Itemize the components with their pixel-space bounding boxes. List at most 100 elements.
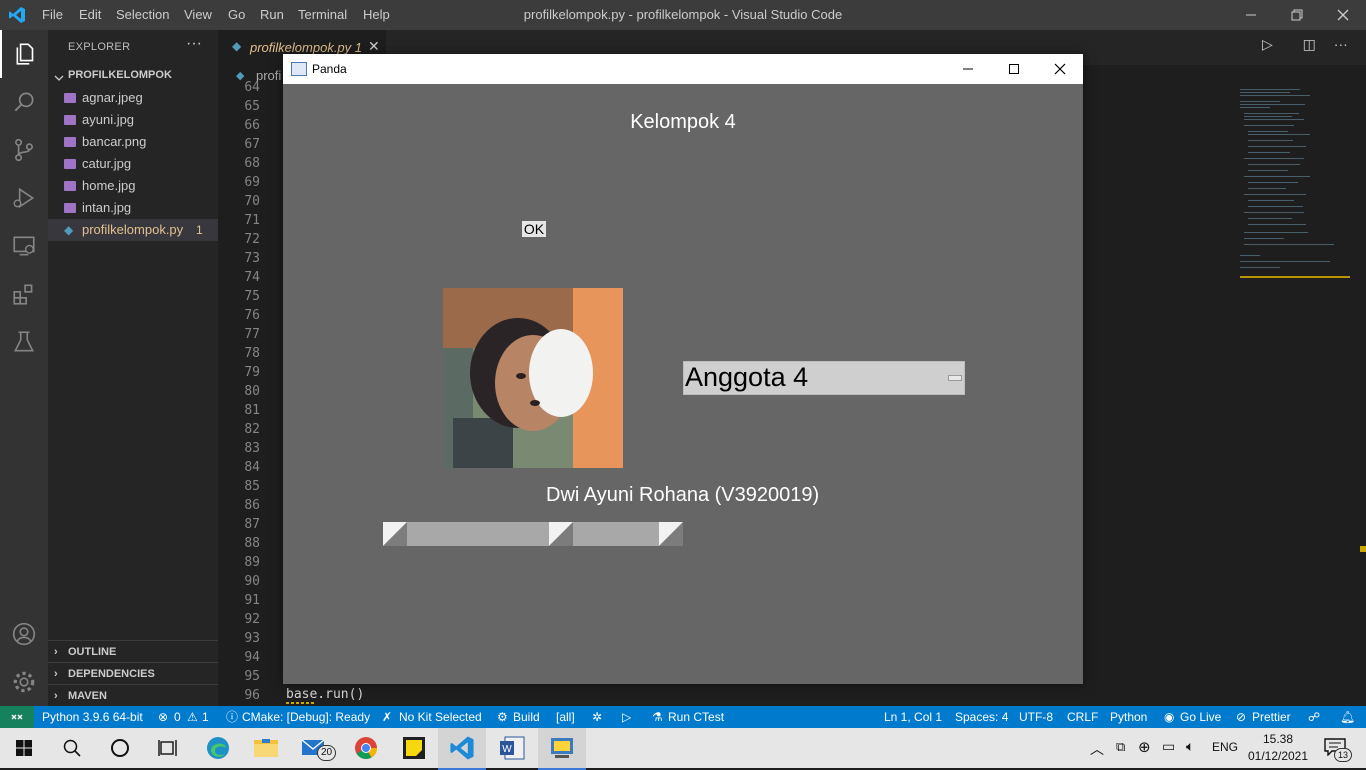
accounts-icon[interactable] [0, 610, 48, 658]
mail-icon[interactable]: 20 [290, 728, 338, 768]
file-item[interactable]: agnar.jpeg [48, 87, 218, 109]
meet-now-icon[interactable]: ⧉ [1116, 739, 1125, 755]
file-item[interactable]: ayuni.jpg [48, 109, 218, 131]
source-control-icon[interactable] [0, 126, 48, 174]
error-icon[interactable]: ⊗ [158, 706, 168, 728]
more-actions-icon[interactable]: ··· [1334, 36, 1348, 52]
line-number: 86 [244, 498, 260, 513]
error-count[interactable]: 0 [174, 706, 181, 728]
split-editor-icon[interactable]: ◫ [1303, 36, 1316, 52]
close-button[interactable] [1320, 0, 1366, 30]
vscode-taskbar-icon[interactable] [438, 728, 486, 770]
python-interpreter[interactable]: Python 3.9.6 64-bit [42, 706, 143, 728]
menu-terminal[interactable]: Terminal [298, 0, 347, 30]
dependencies-panel[interactable]: › DEPENDENCIES [48, 662, 218, 685]
encoding[interactable]: UTF-8 [1019, 706, 1053, 728]
minimap[interactable] [1234, 87, 1352, 706]
line-number: 72 [244, 232, 260, 247]
task-view-icon[interactable] [144, 728, 192, 768]
indentation[interactable]: Spaces: 4 [955, 706, 1008, 728]
menu-file[interactable]: File [42, 0, 63, 30]
menu-go[interactable]: Go [228, 0, 245, 30]
search-icon[interactable] [0, 78, 48, 126]
sticky-notes-icon[interactable] [390, 728, 438, 768]
next-button[interactable] [659, 522, 683, 546]
folder-title[interactable]: PROFILKELOMPOK [68, 69, 172, 81]
file-explorer-icon[interactable] [242, 728, 290, 768]
remote-explorer-icon[interactable] [0, 222, 48, 270]
run-file-icon[interactable]: ▷ [1262, 36, 1273, 52]
member-option-menu[interactable]: Anggota 4 [683, 361, 965, 395]
outline-panel[interactable]: › OUTLINE [48, 640, 218, 663]
feedback-icon[interactable]: ☍ [1308, 706, 1320, 728]
chevron-down-icon[interactable] [54, 70, 64, 88]
middle-button[interactable] [549, 522, 573, 546]
menu-selection[interactable]: Selection [116, 0, 169, 30]
menu-run[interactable]: Run [260, 0, 284, 30]
panda-close-button[interactable] [1037, 54, 1083, 84]
kit-selector[interactable]: No Kit Selected [399, 706, 482, 728]
ok-button[interactable]: OK [522, 221, 546, 237]
line-number: 79 [244, 365, 260, 380]
battery-icon[interactable]: ▭ [1162, 738, 1175, 755]
testing-icon[interactable] [0, 318, 48, 366]
cursor-position[interactable]: Ln 1, Col 1 [884, 706, 942, 728]
end-of-line[interactable]: CRLF [1067, 706, 1098, 728]
launch-play-icon[interactable]: ▷ [622, 706, 631, 728]
start-windows-icon[interactable] [0, 728, 48, 768]
problem-badge: 1 [196, 223, 203, 237]
volume-icon[interactable]: 🔈︎ [1186, 738, 1194, 755]
title-bar: File Edit Selection View Go Run Terminal… [0, 0, 1366, 30]
minimize-button[interactable] [1228, 0, 1274, 30]
remote-indicator-icon[interactable] [0, 706, 34, 728]
manage-gear-icon[interactable] [0, 658, 48, 706]
run-debug-icon[interactable] [0, 174, 48, 222]
maven-panel[interactable]: › MAVEN [48, 684, 218, 707]
file-item[interactable]: intan.jpg [48, 197, 218, 219]
code-line[interactable]: base.run() [286, 687, 364, 702]
go-live-button[interactable]: Go Live [1180, 706, 1221, 728]
more-actions-icon[interactable]: ··· [186, 35, 202, 53]
run-ctest-button[interactable]: Run CTest [668, 706, 724, 728]
activity-bar [0, 30, 48, 706]
explorer-icon[interactable] [0, 30, 50, 78]
action-center-icon[interactable]: 13 [1322, 736, 1353, 762]
prettier-status[interactable]: Prettier [1252, 706, 1291, 728]
chrome-browser-icon[interactable] [342, 728, 390, 768]
prev-button[interactable] [383, 522, 407, 546]
clock[interactable]: 15.38 01/12/2021 [1246, 731, 1310, 765]
extensions-icon[interactable] [0, 270, 48, 318]
network-globe-icon[interactable]: ⊕ [1138, 738, 1151, 756]
prettier-check-icon: ⊘ [1236, 710, 1247, 724]
panel-title: DEPENDENCIES [68, 668, 155, 680]
restore-button[interactable] [1274, 0, 1320, 30]
language-mode[interactable]: Python [1110, 706, 1147, 728]
warning-icon[interactable]: ⚠ [187, 706, 198, 728]
panda-maximize-button[interactable] [991, 54, 1037, 84]
file-item[interactable]: bancar.png [48, 131, 218, 153]
show-hidden-icons-chevron-icon[interactable]: ︿ [1090, 739, 1104, 759]
word-icon[interactable]: W [488, 728, 536, 768]
close-icon[interactable]: ✕ [368, 38, 380, 55]
image-file-icon [64, 159, 76, 169]
menu-view[interactable]: View [184, 0, 212, 30]
file-item[interactable]: catur.jpg [48, 153, 218, 175]
cmake-status[interactable]: CMake: [Debug]: Ready [242, 706, 370, 728]
panda-minimize-button[interactable] [945, 54, 991, 84]
cortana-circle-icon[interactable] [96, 728, 144, 768]
panel-title: MAVEN [68, 690, 107, 702]
warning-count[interactable]: 1 [202, 706, 209, 728]
build-button[interactable]: Build [513, 706, 540, 728]
python-taskbar-icon[interactable] [538, 728, 586, 770]
menu-edit[interactable]: Edit [79, 0, 101, 30]
notifications-bell-icon[interactable]: 🔔︎ [1340, 706, 1355, 728]
input-language[interactable]: ENG [1212, 740, 1238, 754]
file-item[interactable]: home.jpg [48, 175, 218, 197]
debug-bug-icon[interactable]: ✲ [592, 706, 602, 728]
line-number: 69 [244, 175, 260, 190]
search-icon[interactable] [48, 728, 96, 768]
build-target[interactable]: [all] [556, 706, 575, 728]
menu-help[interactable]: Help [363, 0, 390, 30]
edge-browser-icon[interactable] [194, 728, 242, 768]
file-item-selected[interactable]: ◆ profilkelompok.py 1 [48, 219, 218, 241]
